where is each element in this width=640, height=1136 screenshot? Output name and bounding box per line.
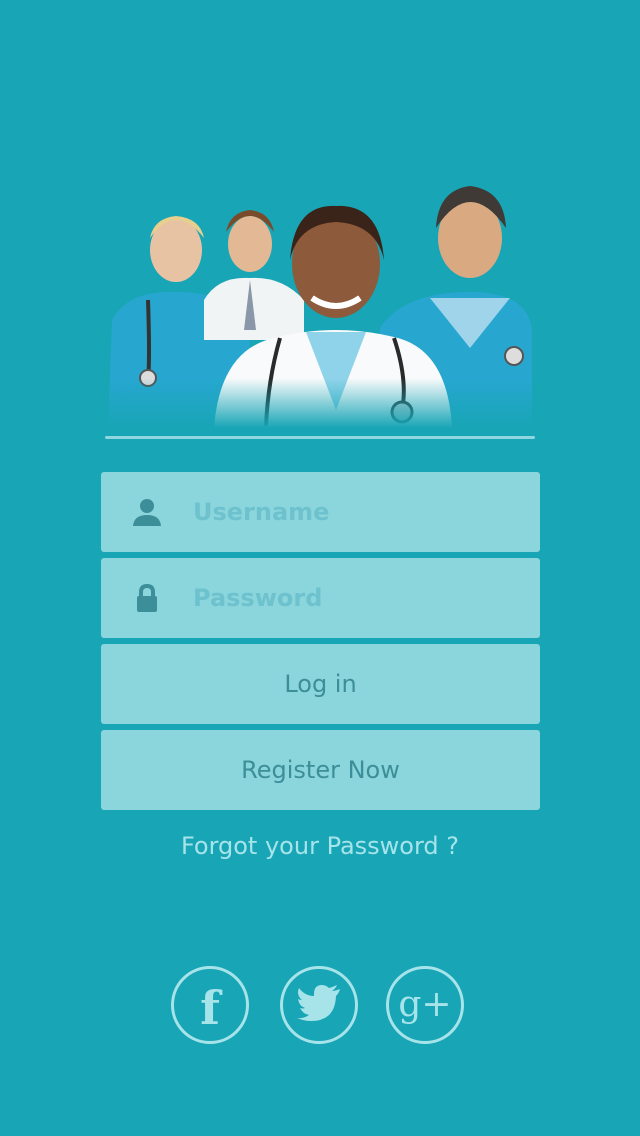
lock-icon [131, 582, 163, 614]
login-button[interactable]: Log in [101, 644, 540, 724]
user-icon [131, 496, 163, 528]
twitter-button[interactable] [280, 966, 358, 1044]
login-screen: Log in Register Now Forgot your Password… [0, 0, 640, 1136]
forgot-password-link[interactable]: Forgot your Password ? [0, 832, 640, 860]
facebook-icon: f [200, 981, 220, 1035]
divider-line [105, 436, 535, 439]
facebook-button[interactable]: f [171, 966, 249, 1044]
username-input[interactable] [193, 472, 523, 552]
medical-staff-illustration [108, 180, 532, 428]
register-button[interactable]: Register Now [101, 730, 540, 810]
password-input[interactable] [193, 558, 523, 638]
google-plus-button[interactable]: g+ [386, 966, 464, 1044]
password-field[interactable] [101, 558, 540, 638]
username-field[interactable] [101, 472, 540, 552]
twitter-bird-icon [297, 985, 341, 1025]
google-plus-icon: g+ [398, 984, 452, 1025]
